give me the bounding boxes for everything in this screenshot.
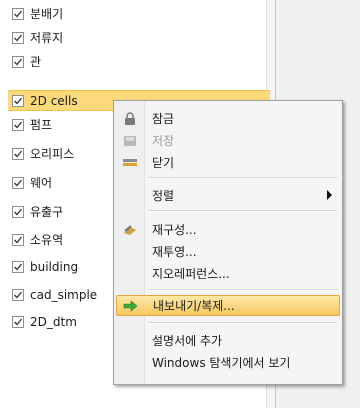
menu-item-reproject[interactable]: 재투영... (116, 241, 340, 262)
layer-item-distributor[interactable]: 분배기 (8, 3, 270, 24)
layer-label: cad_simple (30, 287, 98, 302)
save-icon (116, 130, 144, 151)
empty-icon-slot (116, 263, 144, 284)
checkmark-icon (14, 179, 23, 186)
layer-checkbox[interactable] (12, 118, 24, 131)
menu-item-label: 정렬 (152, 189, 175, 203)
checkmark-icon (14, 291, 23, 298)
layer-checkbox[interactable] (12, 7, 24, 20)
checkmark-icon (14, 121, 23, 128)
empty-icon-slot (116, 330, 144, 351)
menu-item-export-copy[interactable]: 내보내기/복제... (116, 295, 340, 316)
layer-item-pipe[interactable]: 관 (8, 51, 270, 72)
layer-checkbox[interactable] (12, 55, 24, 68)
layer-checkbox[interactable] (12, 94, 24, 107)
menu-separator (148, 322, 338, 324)
layer-checkbox[interactable] (12, 176, 24, 189)
menu-item-lock[interactable]: 잠금 (116, 108, 340, 129)
layer-item-reservoir[interactable]: 저류지 (8, 27, 270, 48)
close-layer-icon (116, 152, 144, 173)
checkmark-icon (14, 150, 23, 157)
menu-item-label: 지오레퍼런스... (152, 267, 230, 281)
menu-item-sort[interactable]: 정렬 (116, 185, 340, 206)
checkmark-icon (14, 208, 23, 215)
checkmark-icon (14, 263, 23, 270)
layer-label: 2D_dtm (30, 314, 77, 329)
layer-label: 저류지 (30, 31, 64, 45)
menu-item-add-to-description[interactable]: 설명서에 추가 (116, 330, 340, 351)
export-arrow-icon (117, 295, 145, 316)
layer-label: 소유역 (30, 233, 64, 247)
layer-checkbox[interactable] (12, 31, 24, 44)
menu-item-close[interactable]: 닫기 (116, 152, 340, 173)
lock-icon (116, 108, 144, 129)
empty-icon-slot (116, 241, 144, 262)
menu-item-georeference[interactable]: 지오레퍼런스... (116, 263, 340, 284)
layer-checkbox[interactable] (12, 315, 24, 328)
empty-icon-slot (116, 352, 144, 373)
layer-label: 펌프 (30, 118, 53, 132)
menu-item-label: 닫기 (152, 156, 175, 170)
menu-item-save[interactable]: 저장 (116, 130, 340, 151)
layer-checkbox[interactable] (12, 147, 24, 160)
menu-item-label: 재구성... (152, 223, 197, 237)
layer-label: 2D cells (30, 93, 78, 108)
submenu-arrow-icon (327, 190, 332, 200)
checkmark-icon (14, 236, 23, 243)
layer-label: 관 (30, 55, 42, 69)
layer-label: 유출구 (30, 205, 64, 219)
checkmark-icon (14, 97, 23, 104)
layer-label: 오리피스 (30, 147, 75, 161)
context-menu: 잠금 저장 닫기 정렬 재구성... 재투영... 지오레퍼런스... 내보내기… (113, 100, 343, 385)
layer-checkbox[interactable] (12, 205, 24, 218)
menu-item-label: Windows 탐색기에서 보기 (152, 356, 291, 370)
layer-label: building (30, 259, 79, 274)
menu-item-label: 재투영... (152, 245, 197, 259)
layer-checkbox[interactable] (12, 288, 24, 301)
menu-separator (148, 289, 338, 291)
checkmark-icon (14, 34, 23, 41)
menu-separator (148, 177, 338, 179)
menu-item-label: 내보내기/복제... (153, 299, 235, 313)
menu-item-label: 설명서에 추가 (152, 334, 223, 348)
menu-item-label: 잠금 (152, 112, 175, 126)
menu-item-show-in-explorer[interactable]: Windows 탐색기에서 보기 (116, 352, 340, 373)
layer-checkbox[interactable] (12, 260, 24, 273)
checkmark-icon (14, 10, 23, 17)
layer-label: 웨어 (30, 176, 53, 190)
menu-item-label: 저장 (152, 134, 175, 148)
empty-icon-slot (116, 185, 144, 206)
menu-item-reconfigure[interactable]: 재구성... (116, 219, 340, 240)
layer-label: 분배기 (30, 7, 64, 21)
checkmark-icon (14, 318, 23, 325)
layer-checkbox[interactable] (12, 233, 24, 246)
menu-separator (148, 210, 338, 212)
reconfigure-icon (116, 219, 144, 240)
checkmark-icon (14, 58, 23, 65)
